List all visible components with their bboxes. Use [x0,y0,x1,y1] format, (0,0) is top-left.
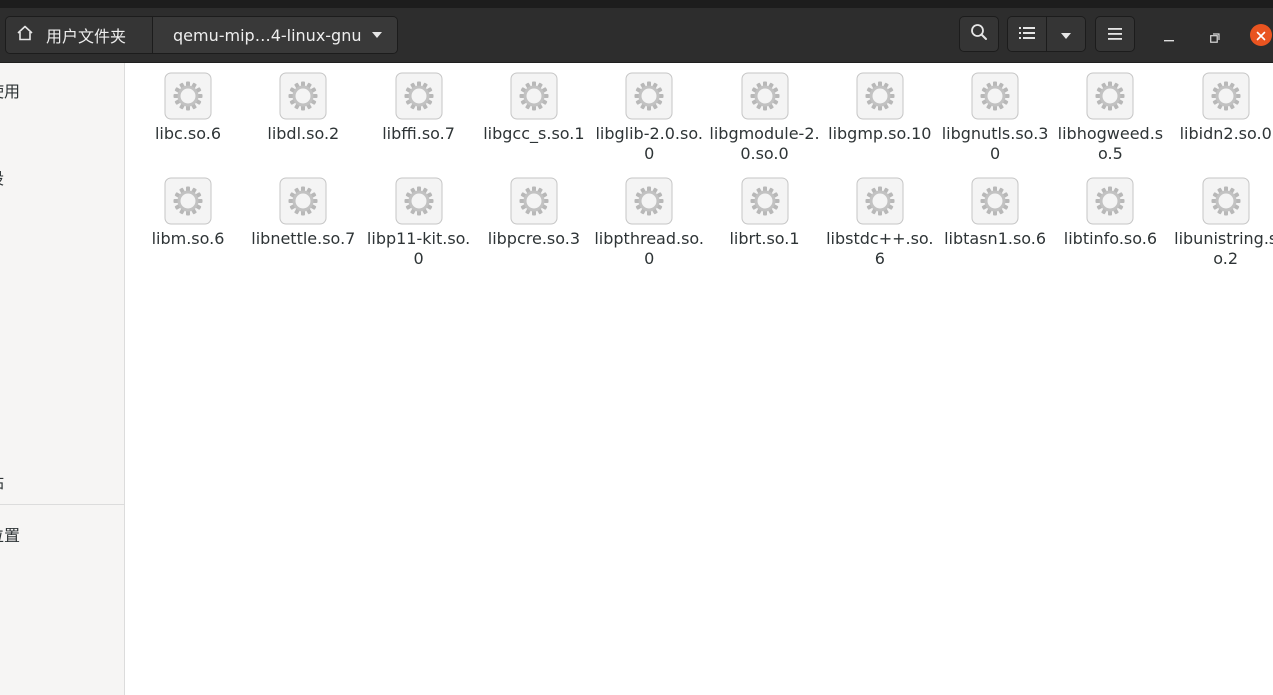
sidebar-item-label: 使用 [0,82,21,101]
shared-library-icon [510,72,558,120]
shared-library-icon [164,72,212,120]
sidebar-item-label: 站 [0,473,4,492]
file-name: libgnutls.so.30 [941,124,1049,163]
path-crumb-current[interactable]: qemu-mip…4-linux-gnu [153,17,397,53]
home-crumb-label: 用户文件夹 [46,27,127,46]
file-name: libc.so.6 [154,124,222,143]
shared-library-icon [395,72,443,120]
hamburger-menu-icon [1108,25,1122,44]
search-icon [970,23,988,45]
sidebar-item-device[interactable]: 设 [0,165,4,189]
main-menu-button[interactable] [1095,16,1135,52]
file-item[interactable]: librt.so.1 [709,168,821,249]
chevron-down-icon[interactable] [365,31,389,39]
shared-library-icon [1202,72,1250,120]
shared-library-icon [741,72,789,120]
file-name: libdl.so.2 [267,124,340,143]
file-item[interactable]: libunistring.so.2 [1170,168,1273,269]
file-item[interactable]: libtinfo.so.6 [1054,168,1166,249]
shared-library-icon [1086,72,1134,120]
sidebar-item-trash[interactable]: 站 [0,469,4,493]
file-name: libtasn1.so.6 [944,229,1047,248]
restore-icon [1210,28,1220,47]
file-name: libpthread.so.0 [594,229,705,268]
minimize-button[interactable] [1157,25,1181,49]
chevron-down-icon [1060,25,1072,44]
current-folder-label: qemu-mip…4-linux-gnu [173,25,362,45]
file-name: libgmp.so.10 [828,124,932,143]
file-item[interactable]: libidn2.so.0 [1170,63,1273,144]
shared-library-icon [741,177,789,225]
file-name: librt.so.1 [729,229,800,248]
file-item[interactable]: libgmodule-2.0.so.0 [709,63,821,164]
shared-library-icon [510,177,558,225]
file-item[interactable]: libgmp.so.10 [824,63,936,144]
file-name: libtinfo.so.6 [1063,229,1158,248]
shared-library-icon [164,177,212,225]
sidebar-item-recent[interactable]: 使用 [0,78,20,102]
path-crumb-home[interactable]: 用户文件夹 [6,17,153,53]
file-item[interactable]: libdl.so.2 [247,63,359,144]
shared-library-icon [1202,177,1250,225]
file-item[interactable]: libpthread.so.0 [593,168,705,269]
file-name: libm.so.6 [151,229,225,248]
file-name: libffi.so.7 [382,124,455,143]
list-view-icon [1019,25,1035,44]
file-name: libhogweed.so.5 [1057,124,1164,163]
file-name: libnettle.so.7 [251,229,356,248]
maximize-button[interactable] [1203,25,1227,49]
minimize-icon [1164,28,1174,47]
view-toggle-group [1007,16,1086,52]
file-name: libpcre.so.3 [487,229,581,248]
file-name: libglib-2.0.so.0 [595,124,703,163]
home-icon [16,24,34,46]
header-bar: 用户文件夹 qemu-mip…4-linux-gnu [0,8,1273,63]
sidebar-item-label: 设 [0,169,4,188]
shared-library-icon [279,72,327,120]
shared-library-icon [1086,177,1134,225]
shared-library-icon [395,177,443,225]
file-name: libstdc++.so.6 [826,229,934,268]
shared-library-icon [625,177,673,225]
file-item[interactable]: libffi.so.7 [363,63,475,144]
view-options-button[interactable] [1047,17,1085,51]
close-icon [1256,26,1266,45]
file-item[interactable]: libc.so.6 [132,63,244,144]
file-item[interactable]: libm.so.6 [132,168,244,249]
file-name: libp11-kit.so.0 [366,229,471,268]
file-item[interactable]: libgcc_s.so.1 [478,63,590,144]
search-button[interactable] [959,16,999,52]
file-item[interactable]: libp11-kit.so.0 [363,168,475,269]
list-view-button[interactable] [1008,17,1047,51]
path-bar: 用户文件夹 qemu-mip…4-linux-gnu [5,16,398,54]
file-item[interactable]: libhogweed.so.5 [1054,63,1166,164]
file-name: libidn2.so.0 [1179,124,1272,143]
sidebar-divider [0,504,124,505]
file-name: libunistring.so.2 [1174,229,1273,268]
file-grid: libc.so.6 libdl.so.2 libffi.so.7 libgcc_s.s… [130,63,1273,695]
shared-library-icon [279,177,327,225]
sidebar-item-label: 位置 [0,526,21,545]
file-item[interactable]: libgnutls.so.30 [939,63,1051,164]
sidebar-item-other-locations[interactable]: 位置 [0,522,20,546]
file-item[interactable]: libnettle.so.7 [247,168,359,249]
file-item[interactable]: libglib-2.0.so.0 [593,63,705,164]
file-name: libgcc_s.so.1 [483,124,585,143]
shared-library-icon [625,72,673,120]
shared-library-icon [971,177,1019,225]
shared-library-icon [856,72,904,120]
file-name: libgmodule-2.0.so.0 [709,124,820,163]
file-item[interactable]: libtasn1.so.6 [939,168,1051,249]
shared-library-icon [856,177,904,225]
system-top-bar [0,0,1273,8]
shared-library-icon [971,72,1019,120]
close-button[interactable] [1250,24,1272,46]
file-item[interactable]: libpcre.so.3 [478,168,590,249]
places-sidebar: 使用 设 站 位置 [0,63,125,695]
file-item[interactable]: libstdc++.so.6 [824,168,936,269]
